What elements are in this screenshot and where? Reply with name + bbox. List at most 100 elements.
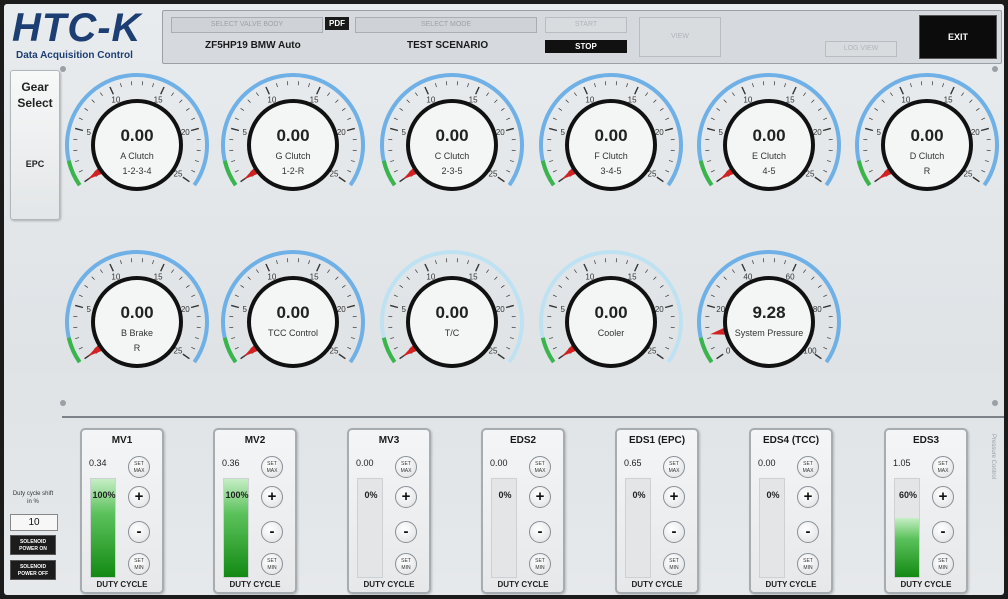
solenoid-title: EDS1 (EPC) (628, 435, 686, 446)
gauge-minor-tick (558, 108, 563, 111)
solenoid-card-mv3: MV3 0.00 0% SET MAX + - SET MIN DUTY CYCLE (347, 428, 431, 594)
gauge-major-tick (160, 86, 165, 95)
gauge-major-tick (265, 263, 270, 272)
gauge-minor-tick (910, 83, 912, 88)
select-mode-field[interactable]: SELECT MODE (355, 17, 537, 33)
set-min-button[interactable]: SET MIN (797, 553, 819, 575)
set-min-button[interactable]: SET MIN (395, 553, 417, 575)
gauge-minor-tick (120, 83, 122, 88)
set-max-button[interactable]: SET MAX (128, 456, 150, 478)
set-min-button[interactable]: SET MIN (932, 553, 954, 575)
set-min-button[interactable]: SET MIN (663, 553, 685, 575)
solenoid-card-mv1: MV1 0.34 100% SET MAX + - SET MIN DUTY CYCLE (80, 428, 164, 594)
duty-cycle-percent: 100% (225, 490, 249, 500)
select-valve-body-field[interactable]: SELECT VALVE BODY (171, 17, 323, 33)
duty-cycle-bar: 0% (759, 478, 785, 578)
gauge-major-tick (899, 86, 904, 95)
set-max-button[interactable]: SET MAX (797, 456, 819, 478)
increase-button[interactable]: + (128, 486, 150, 508)
solenoid-power-on-button[interactable]: SOLENOID POWER ON (10, 535, 56, 555)
duty-cycle-label: DUTY CYCLE (363, 580, 415, 589)
log-view-button[interactable]: LOG VIEW (825, 41, 897, 57)
gauge-minor-tick (552, 294, 557, 297)
gauge-minor-tick (653, 99, 657, 103)
gauge-minor-tick (506, 347, 511, 350)
set-min-button[interactable]: SET MIN (529, 553, 551, 575)
gauge-minor-tick (84, 285, 89, 288)
solenoid-power-off-button[interactable]: SOLENOID POWER OFF (10, 560, 56, 580)
gauge-subtitle: 3-4-5 (600, 166, 622, 176)
set-max-button[interactable]: SET MAX (261, 456, 283, 478)
decrease-button[interactable]: - (932, 521, 954, 543)
increase-button[interactable]: + (529, 486, 551, 508)
set-max-button[interactable]: SET MAX (663, 456, 685, 478)
decrease-button[interactable]: - (529, 521, 551, 543)
gauge-minor-tick (399, 285, 404, 288)
gauge-name: E Clutch (751, 151, 786, 161)
solenoid-title: MV1 (111, 435, 133, 446)
gauge-name: TCC Control (267, 328, 318, 338)
duty-cycle-bar: 0% (625, 478, 651, 578)
solenoid-title: MV3 (378, 435, 400, 446)
gauge-minor-tick (645, 269, 648, 274)
increase-button[interactable]: + (261, 486, 283, 508)
gauge-minor-tick (91, 276, 95, 280)
decrease-button[interactable]: - (663, 521, 685, 543)
gauge-green-zone (698, 337, 714, 364)
gauge-major-tick (316, 86, 321, 95)
gauge-name: A Clutch (120, 151, 154, 161)
gauge-minor-tick (881, 99, 885, 103)
gauge-major-tick (338, 176, 346, 183)
set-max-button[interactable]: SET MAX (395, 456, 417, 478)
gauge-minor-tick (247, 276, 251, 280)
gauge-value: 0.00 (594, 303, 628, 322)
set-min-button[interactable]: SET MIN (128, 553, 150, 575)
logo-subtitle: Data Acquisition Control (16, 50, 133, 61)
epc-label[interactable]: EPC (11, 159, 59, 169)
gauge-minor-tick (803, 92, 806, 97)
gauge-major-tick (656, 176, 664, 183)
gauge-minor-tick (84, 108, 89, 111)
gauge-minor-tick (393, 117, 398, 120)
decrease-button[interactable]: - (395, 521, 417, 543)
gauge-minor-tick (552, 117, 557, 120)
gauge-minor-tick (961, 92, 964, 97)
gauge-tcc-control: 05101520250.00TCC Control (218, 247, 368, 397)
stop-button[interactable]: STOP (545, 40, 627, 53)
duty-cycle-percent: 0% (766, 490, 780, 500)
set-max-button[interactable]: SET MAX (529, 456, 551, 478)
gauge-minor-tick (415, 92, 418, 97)
solenoid-title: MV2 (244, 435, 266, 446)
solenoid-card-eds4-tcc: EDS4 (TCC) 0.00 0% SET MAX + - SET MIN DUTY CYC… (749, 428, 833, 594)
set-max-button[interactable]: SET MAX (932, 456, 954, 478)
decrease-button[interactable]: - (797, 521, 819, 543)
increase-button[interactable]: + (932, 486, 954, 508)
exit-button[interactable]: EXIT (919, 15, 997, 59)
gauge-minor-tick (890, 92, 893, 97)
increase-button[interactable]: + (395, 486, 417, 508)
duty-cycle-label: DUTY CYCLE (229, 580, 281, 589)
gauge-major-tick (338, 353, 346, 360)
decrease-button[interactable]: - (261, 521, 283, 543)
set-min-button[interactable]: SET MIN (261, 553, 283, 575)
increase-button[interactable]: + (663, 486, 685, 508)
start-button[interactable]: START (545, 17, 627, 33)
gear-select-label: Gear Select (17, 80, 53, 110)
decrease-button[interactable]: - (128, 521, 150, 543)
gauge-minor-tick (710, 294, 715, 297)
gauge-major-tick (716, 353, 724, 360)
view-button[interactable]: VIEW (639, 17, 721, 57)
gauge-major-tick (182, 353, 190, 360)
gauge-minor-tick (171, 269, 174, 274)
gear-select-panel[interactable]: Gear Select EPC (10, 70, 60, 220)
gauge-value: 0.00 (120, 126, 154, 145)
increase-button[interactable]: + (797, 486, 819, 508)
gauge-minor-tick (732, 92, 735, 97)
pdf-button[interactable]: PDF (325, 17, 349, 30)
gauge-minor-tick (341, 108, 346, 111)
duty-cycle-shift-input[interactable]: 10 (10, 514, 58, 531)
gauge-minor-tick (500, 285, 505, 288)
gauge-minor-tick (981, 117, 986, 120)
duty-cycle-bar: 60% (894, 478, 920, 578)
gauge-minor-tick (276, 260, 278, 265)
